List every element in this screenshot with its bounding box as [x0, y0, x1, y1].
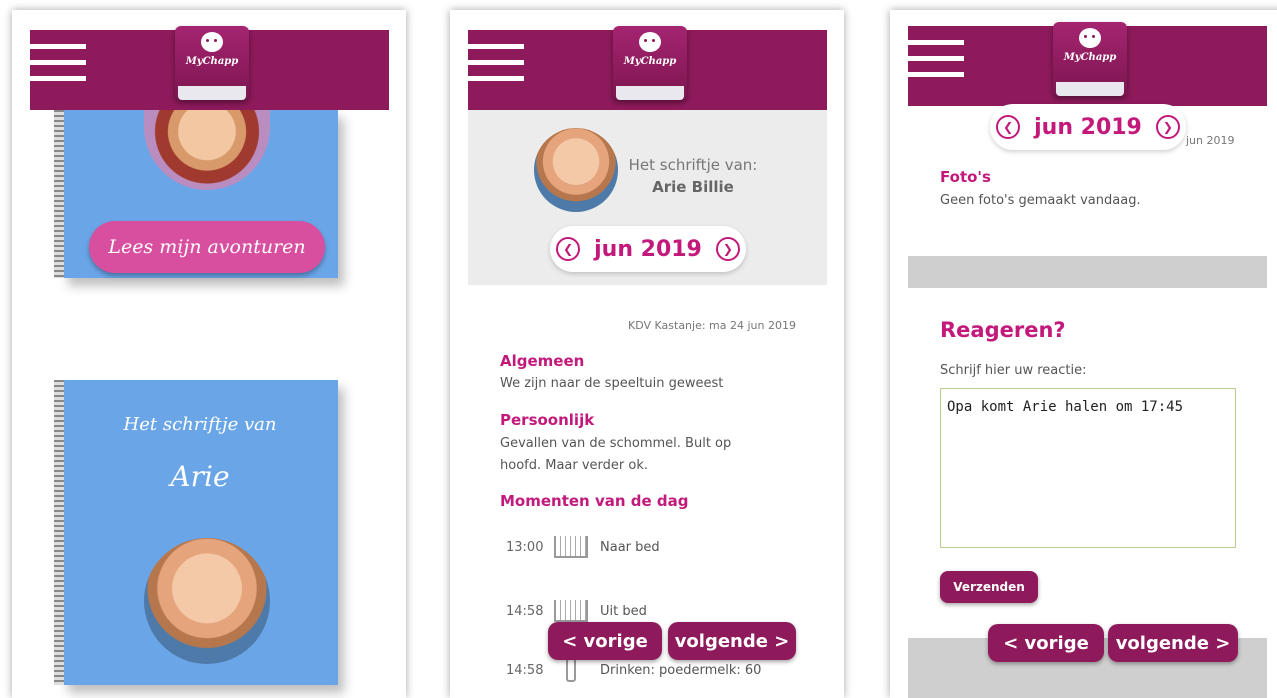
- child-photo-avatar: [144, 100, 270, 190]
- top-bar: MyChapp: [908, 22, 1267, 106]
- child-photo-avatar: [144, 538, 270, 664]
- next-button[interactable]: volgende >: [668, 622, 796, 660]
- next-month-icon[interactable]: ❯: [715, 237, 740, 261]
- next-button[interactable]: volgende >: [1108, 624, 1238, 662]
- mychapp-logo: MyChapp: [613, 26, 687, 100]
- prev-month-icon[interactable]: ❮: [556, 237, 581, 261]
- mychapp-logo: MyChapp: [1053, 22, 1127, 96]
- next-month-icon[interactable]: ❯: [1155, 115, 1180, 139]
- phone-screen-home: Lees mijn avonturen MyChapp Het schriftj…: [12, 10, 406, 698]
- top-bar: MyChapp: [30, 26, 389, 110]
- entry-meta: KDV Kastanje: ma 24 jun 2019: [628, 319, 796, 332]
- moment-row: 14:58 Drinken: poedermelk: 60: [506, 658, 761, 682]
- reply-textarea[interactable]: Opa komt Arie halen om 17:45: [940, 388, 1236, 548]
- phone-screen-reply: MyChapp ❮ jun 2019 ❯ jun 2019 Foto's Gee…: [890, 10, 1277, 698]
- month-selector: ❮ jun 2019 ❯: [550, 226, 746, 272]
- month-selector: ❮ jun 2019 ❯: [990, 104, 1186, 150]
- hamburger-menu-icon[interactable]: [30, 44, 86, 84]
- section-divider: [908, 256, 1267, 288]
- notebook-name: Arie: [170, 460, 230, 493]
- mychapp-logo: MyChapp: [175, 26, 249, 100]
- entry-date-fragment: jun 2019: [1186, 134, 1235, 147]
- bottle-icon: [566, 658, 576, 682]
- photos-title: Foto's: [940, 168, 991, 186]
- section-text-personal-line2: hoofd. Maar verder ok.: [500, 458, 649, 473]
- profile-header: Het schriftje van: Arie Billie ❮ jun 201…: [468, 110, 827, 285]
- month-label: jun 2019: [1034, 114, 1142, 140]
- month-label: jun 2019: [594, 236, 702, 262]
- reply-prompt: Schrijf hier uw reactie:: [940, 363, 1087, 378]
- hamburger-menu-icon[interactable]: [468, 44, 524, 84]
- spiral-binding: [54, 110, 64, 278]
- section-title-personal: Persoonlijk: [500, 411, 595, 429]
- prev-month-icon[interactable]: ❮: [996, 115, 1021, 139]
- moment-row: 14:58 Uit bed: [506, 600, 647, 622]
- crib-icon: [554, 600, 588, 622]
- reply-title: Reageren?: [940, 318, 1066, 342]
- previous-button[interactable]: < vorige: [988, 624, 1104, 662]
- hamburger-menu-icon[interactable]: [908, 40, 964, 80]
- section-title-moments: Momenten van de dag: [500, 492, 689, 510]
- child-name: Arie Billie: [652, 178, 734, 196]
- baby-face-icon: [1079, 28, 1101, 48]
- baby-face-icon: [639, 32, 661, 52]
- notebook-cover-arie[interactable]: Het schriftje van Arie: [54, 380, 338, 685]
- phone-screen-diary: MyChapp Het schriftje van: Arie Billie ❮…: [450, 10, 844, 698]
- child-avatar: [534, 128, 618, 212]
- send-button[interactable]: Verzenden: [940, 571, 1038, 603]
- moment-row: 13:00 Naar bed: [506, 536, 660, 558]
- section-text-general: We zijn naar de speeltuin geweest: [500, 376, 724, 391]
- top-bar: MyChapp: [468, 26, 827, 110]
- crib-icon: [554, 536, 588, 558]
- photos-text: Geen foto's gemaakt vandaag.: [940, 193, 1141, 208]
- notebook-title: Het schriftje van: [123, 414, 277, 435]
- section-text-personal-line1: Gevallen van de schommel. Bult op: [500, 436, 732, 451]
- section-title-general: Algemeen: [500, 352, 585, 370]
- read-adventures-button[interactable]: Lees mijn avonturen: [89, 221, 325, 273]
- baby-face-icon: [201, 32, 223, 52]
- notebook-of-label: Het schriftje van:: [628, 156, 758, 174]
- notebook-cover-top[interactable]: Lees mijn avonturen: [54, 100, 338, 278]
- previous-button[interactable]: < vorige: [548, 622, 662, 660]
